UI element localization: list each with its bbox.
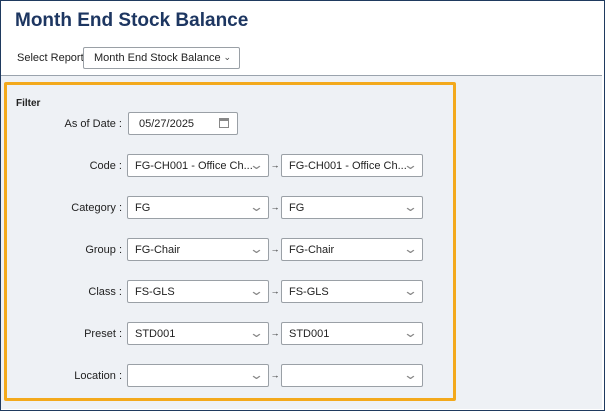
report-select[interactable]: Month End Stock Balance ⌄ [83,47,240,69]
chevron-down-icon: ⌄ [402,325,419,340]
as-of-date-input[interactable]: 05/27/2025 [128,112,238,135]
class-from-value: FS-GLS [135,286,175,298]
chevron-down-icon: ⌄ [402,199,419,214]
header: Month End Stock Balance Select Report: M… [1,1,602,76]
class-to-select[interactable]: FS-GLS ⌄ [281,280,423,303]
preset-to-value: STD001 [289,328,330,340]
code-to-value: FG-CH001 - Office Ch... [289,160,407,172]
location-to-select[interactable]: ⌄ [281,364,423,387]
filter-title: Filter [16,98,41,109]
group-from-value: FG-Chair [135,244,181,256]
chevron-down-icon: ⌄ [248,367,265,382]
category-to-value: FG [289,202,305,214]
code-from-select[interactable]: FG-CH001 - Office Ch... ⌄ [127,154,269,177]
chevron-down-icon: ⌄ [248,199,265,214]
report-select-value: Month End Stock Balance [94,52,221,64]
class-to-value: FS-GLS [289,286,329,298]
chevron-down-icon: ⌄ [248,283,265,298]
preset-from-select[interactable]: STD001 ⌄ [127,322,269,345]
chevron-down-icon: ⌄ [402,157,419,172]
group-from-select[interactable]: FG-Chair ⌄ [127,238,269,261]
category-from-select[interactable]: FG ⌄ [127,196,269,219]
code-to-select[interactable]: FG-CH001 - Office Ch... ⌄ [281,154,423,177]
as-of-date-value: 05/27/2025 [139,118,195,130]
group-to-value: FG-Chair [289,244,335,256]
chevron-down-icon: ⌄ [402,241,419,256]
calendar-icon[interactable] [219,118,229,128]
range-arrow-icon: → [270,244,280,254]
category-label: Category : [71,202,122,214]
preset-label: Preset : [84,328,122,340]
chevron-down-icon: ⌄ [402,283,419,298]
preset-from-value: STD001 [135,328,176,340]
as-of-date-label: As of Date : [64,118,122,130]
range-arrow-icon: → [270,286,280,296]
class-label: Class : [88,286,122,298]
category-from-value: FG [135,202,151,214]
location-from-select[interactable]: ⌄ [127,364,269,387]
range-arrow-icon: → [270,370,280,380]
range-arrow-icon: → [270,202,280,212]
chevron-down-icon: ⌄ [223,52,231,62]
chevron-down-icon: ⌄ [248,241,265,256]
group-label: Group : [85,244,122,256]
preset-to-select[interactable]: STD001 ⌄ [281,322,423,345]
chevron-down-icon: ⌄ [248,325,265,340]
page-title: Month End Stock Balance [15,10,249,31]
group-to-select[interactable]: FG-Chair ⌄ [281,238,423,261]
range-arrow-icon: → [270,328,280,338]
code-label: Code : [89,160,122,172]
category-to-select[interactable]: FG ⌄ [281,196,423,219]
location-label: Location : [74,370,122,382]
chevron-down-icon: ⌄ [402,367,419,382]
range-arrow-icon: → [270,160,280,170]
code-from-value: FG-CH001 - Office Ch... [135,160,253,172]
class-from-select[interactable]: FS-GLS ⌄ [127,280,269,303]
chevron-down-icon: ⌄ [248,157,265,172]
select-report-label: Select Report: [17,52,87,64]
